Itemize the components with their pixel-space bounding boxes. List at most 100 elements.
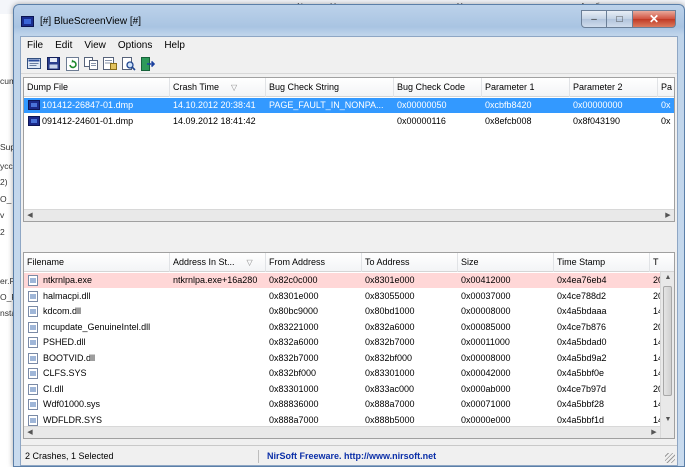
driver-file-icon [28,290,38,302]
status-crash-count: 2 Crashes, 1 Selected [25,450,259,463]
driver-size: 0x00037000 [461,290,511,301]
driver-row[interactable]: PSHED.dll 0x832a6000 0x832b7000 0x00011000 0… [24,335,674,350]
close-button[interactable]: ✕ [633,10,676,28]
nirsoft-link[interactable]: NirSoft Freeware. http://www.nirsoft.net [267,450,436,463]
driver-row[interactable]: mcupdate_GenuineIntel.dll 0x83221000 0x832… [24,320,674,335]
driver-address-in-stack [170,335,266,350]
dump-row-selected[interactable]: 101412-26847-01.dmp 14.10.2012 20:38:41 … [24,98,674,113]
menu-bar: File Edit View Options Help [21,37,677,54]
driver-file-icon [28,399,38,410]
bg-fragment: v [0,210,5,220]
column-parameter-2[interactable]: Parameter 2 [570,78,658,97]
column-dump-file[interactable]: Dump File [24,78,170,97]
column-bug-check-code[interactable]: Bug Check Code [394,78,482,97]
driver-size: 0x00085000 [461,321,511,332]
driver-to-address: 0x888a7000 [365,399,415,409]
driver-to-address: 0x83301000 [365,368,415,378]
driver-row[interactable]: Wdf01000.sys 0x88836000 0x888a7000 0x000710… [24,397,674,412]
column-crash-time[interactable]: Crash Time ▽ [170,78,266,97]
column-bug-check-string[interactable]: Bug Check String [266,78,394,97]
driver-address-in-stack [170,304,266,319]
dump-parameter-1: 0x8efcb008 [485,116,532,126]
maximize-button[interactable]: □ [607,10,633,28]
driver-row[interactable]: CI.dll 0x83301000 0x833ac000 0x000ab000 0x4c… [24,382,674,397]
dump-row[interactable]: 091412-24601-01.dmp 14.09.2012 18:41:42 … [24,114,674,129]
column-time-stamp[interactable]: Time Stamp [554,253,650,272]
dump-list-horizontal-scrollbar[interactable]: ◀ ▶ [24,209,674,221]
driver-from-address: 0x832bf000 [269,368,317,378]
pane-splitter[interactable] [21,222,677,252]
driver-time-stamp: 0x4ce7b876 [557,321,607,332]
driver-time-stamp: 0x4a5bdad0 [557,337,607,347]
open-file-icon[interactable] [26,56,42,72]
copy-icon[interactable] [83,56,99,72]
driver-address-in-stack [170,320,266,335]
driver-time-stamp: 0x4a5bbf28 [557,399,605,409]
column-to-address[interactable]: To Address [362,253,458,272]
menu-edit[interactable]: Edit [49,40,78,51]
scroll-right-icon[interactable]: ▶ [662,210,674,221]
menu-view[interactable]: View [78,40,112,51]
drivers-horizontal-scrollbar[interactable]: ◀ ▶ [24,426,660,438]
driver-filename: BOOTVID.dll [43,352,96,363]
driver-row[interactable]: kdcom.dll 0x80bc9000 0x80bd1000 0x00008000 0… [24,304,674,319]
dump-parameter-3: 0x [661,116,671,126]
menu-help[interactable]: Help [158,40,191,51]
driver-row[interactable]: halmacpi.dll 0x8301e000 0x83055000 0x000370… [24,289,674,304]
driver-filename: PSHED.dll [43,337,86,347]
driver-address-in-stack [170,397,266,412]
dump-file-name: 091412-24601-01.dmp [42,116,134,126]
dump-list-header: Dump File Crash Time ▽ Bug Check String B… [24,78,674,97]
properties-icon[interactable] [102,56,118,72]
driver-filename: kdcom.dll [43,306,82,316]
scroll-up-icon[interactable]: ▲ [661,272,674,284]
driver-size: 0x00008000 [461,352,511,363]
drivers-vertical-scrollbar[interactable]: ▲ ▼ [660,272,674,438]
menu-options[interactable]: Options [112,40,158,51]
scroll-left-icon[interactable]: ◀ [24,427,36,438]
driver-row[interactable]: CLFS.SYS 0x832bf000 0x83301000 0x00042000 0x… [24,366,674,381]
column-parameter-1[interactable]: Parameter 1 [482,78,570,97]
driver-to-address: 0x80bd1000 [365,306,415,316]
client-area: File Edit View Options Help Dump File Cr… [20,36,678,466]
driver-file-icon [28,352,38,364]
drivers-list-header: Filename Address In St... ▽ From Address … [24,253,674,272]
resize-grip-icon[interactable] [665,453,675,463]
column-parameter-3[interactable]: Pa [658,78,674,97]
driver-time-stamp: 0x4a5bdaaa [557,306,607,316]
scrollbar-thumb[interactable] [663,286,672,396]
scroll-left-icon[interactable]: ◀ [24,210,36,221]
minimize-button[interactable]: – [581,10,607,28]
column-from-address[interactable]: From Address [266,253,362,272]
driver-filename: Wdf01000.sys [43,399,101,409]
driver-file-icon [28,368,38,379]
driver-file-icon [28,275,38,286]
dump-crash-time: 14.10.2012 20:38:41 [173,100,256,110]
column-size[interactable]: Size [458,253,554,272]
dump-files-list: Dump File Crash Time ▽ Bug Check String B… [23,77,675,222]
scroll-down-icon[interactable]: ▼ [661,414,674,426]
refresh-icon[interactable] [64,56,80,72]
exit-icon[interactable] [140,56,156,72]
scroll-right-icon[interactable]: ▶ [648,427,660,438]
driver-row[interactable]: BOOTVID.dll 0x832b7000 0x832bf000 0x0000800… [24,351,674,366]
title-bar[interactable]: [#] BlueScreenView [#] – □ ✕ [14,5,684,35]
dump-bug-check-code: 0x00000050 [397,100,447,110]
driver-row[interactable]: ntkrnlpa.exe ntkrnlpa.exe+16a280 0x82c0c00… [24,273,674,288]
column-time-string[interactable]: T [650,253,674,272]
driver-from-address: 0x8301e000 [269,290,319,301]
dump-file-name: 101412-26847-01.dmp [42,100,134,110]
bg-fragment: ycc [0,161,13,171]
driver-from-address: 0x83301000 [269,383,319,394]
driver-address-in-stack [170,382,266,397]
column-filename[interactable]: Filename [24,253,170,272]
driver-size: 0x00412000 [461,275,511,285]
driver-from-address: 0x832b7000 [269,352,319,363]
bg-fragment: O_ [0,194,12,204]
driver-filename: mcupdate_GenuineIntel.dll [43,321,151,332]
find-icon[interactable] [121,56,137,72]
driver-from-address: 0x80bc9000 [269,306,319,316]
column-address-in-stack[interactable]: Address In St... ▽ [170,253,266,272]
save-icon[interactable] [45,56,61,72]
menu-file[interactable]: File [21,40,49,51]
